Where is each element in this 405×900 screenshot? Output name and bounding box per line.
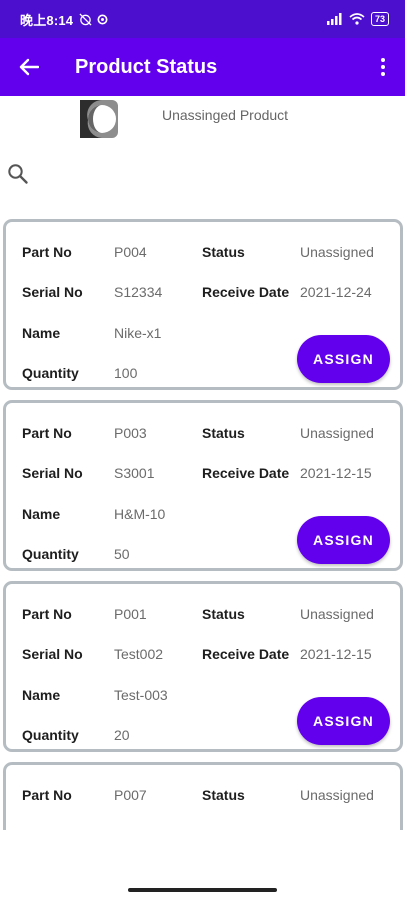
assign-button[interactable]: ASSIGN [297,516,390,564]
receive-date-label: Receive Date [202,646,290,662]
name-label: Name [22,506,61,522]
part-no-value: P004 [114,244,147,260]
serial-no-label: Serial No [22,465,83,481]
quantity-label: Quantity [22,727,79,743]
more-options-button[interactable] [373,52,393,82]
battery-indicator: 73 [370,12,389,26]
product-card: Part No P004 Status Unassigned Serial No… [3,219,403,390]
quantity-value: 100 [114,365,138,381]
search-button[interactable] [7,163,29,185]
part-no-value: P001 [114,606,147,622]
quantity-label: Quantity [22,365,79,381]
serial-no-value: S12334 [114,284,163,300]
name-value: Test-003 [114,687,168,703]
receive-date-label: Receive Date [202,284,290,300]
product-card: Part No P007 Status Unassigned [3,762,403,830]
assign-button[interactable]: ASSIGN [297,697,390,745]
quantity-value: 20 [114,727,130,743]
status-bar: 晚上8:14 73 [0,0,405,38]
part-no-label: Part No [22,425,72,441]
back-button[interactable] [14,52,44,82]
name-label: Name [22,687,61,703]
status-value: Unassigned [300,244,374,260]
product-list[interactable]: Part No P004 Status Unassigned Serial No… [0,218,405,830]
name-label: Name [22,325,61,341]
status-label: Status [202,244,245,260]
part-no-label: Part No [22,244,72,260]
receive-date-value: 2021-12-15 [300,646,372,662]
receive-date-value: 2021-12-15 [300,465,372,481]
arrow-left-icon [19,58,39,76]
status-time: 晚上8:14 [20,12,74,28]
name-value: H&M-10 [114,506,166,522]
product-header: Unassinged Product [0,96,405,146]
status-label: Status [202,425,245,441]
status-value: Unassigned [300,787,374,803]
quantity-value: 50 [114,546,130,562]
product-filter-label: Unassinged Product [162,107,289,123]
assign-button[interactable]: ASSIGN [297,335,390,383]
serial-no-value: S3001 [114,465,155,481]
product-card: Part No P003 Status Unassigned Serial No… [3,400,403,571]
more-vert-icon [381,58,385,62]
name-value: Nike-x1 [114,325,162,341]
part-no-value: P003 [114,425,147,441]
part-no-label: Part No [22,606,72,622]
status-label: Status [202,606,245,622]
serial-no-label: Serial No [22,284,83,300]
page-title: Product Status [75,56,218,78]
alarm-off-icon [79,12,92,26]
signal-icon [326,13,342,25]
app-bar: Product Status [0,38,405,96]
part-no-value: P007 [114,787,147,803]
product-logo-icon [80,100,118,138]
search-icon [8,164,28,184]
status-value: Unassigned [300,606,374,622]
sync-icon [97,13,108,25]
gesture-nav-handle[interactable] [128,888,277,892]
serial-no-label: Serial No [22,646,83,662]
part-no-label: Part No [22,787,72,803]
status-value: Unassigned [300,425,374,441]
wifi-icon [349,13,365,25]
receive-date-label: Receive Date [202,465,290,481]
quantity-label: Quantity [22,546,79,562]
product-card: Part No P001 Status Unassigned Serial No… [3,581,403,752]
serial-no-value: Test002 [114,646,164,662]
receive-date-value: 2021-12-24 [300,284,372,300]
status-label: Status [202,787,245,803]
